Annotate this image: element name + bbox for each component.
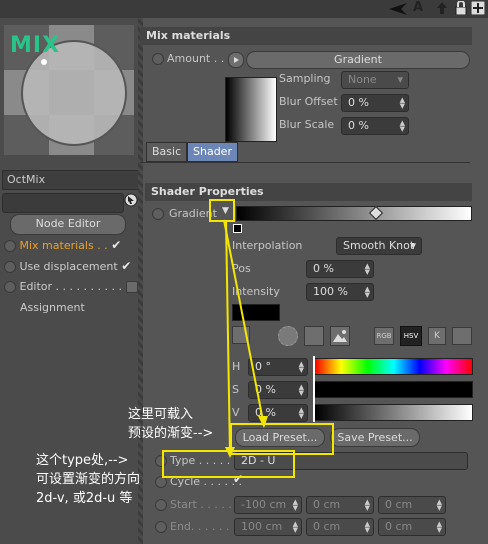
annotation-type-line3: 2d-v, 或2d-u 等 [36,491,133,506]
annotation-type-line2: 可设置渐变的方向 [36,472,141,487]
annotation-preset-line1: 这里可载入 [128,407,194,422]
annotation-type-line1: 这个type处,--> [36,453,129,468]
annotation-preset-line2: 预设的渐变--> [128,426,214,441]
